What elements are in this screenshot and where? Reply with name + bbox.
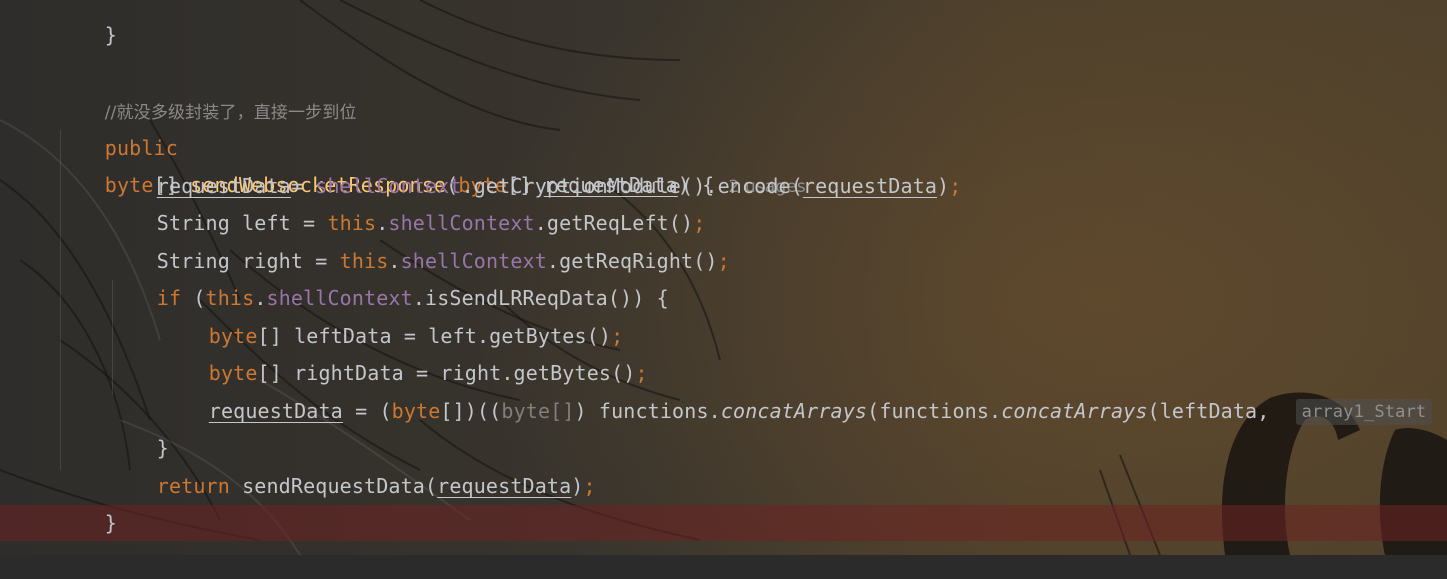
code-line-comment: //就没多级封装了，直接一步到位: [56, 56, 357, 123]
code-line-concat: requestData = (byte[])((byte[]) function…: [160, 356, 1433, 425]
arg-requestData[interactable]: requestData: [437, 474, 571, 498]
paren-close: ): [571, 474, 584, 498]
arg-requestData[interactable]: requestData: [803, 174, 937, 198]
code-line-right: String right = this.shellContext.getReqR…: [108, 206, 730, 273]
static-call-concatArrays-inner[interactable]: concatArrays: [1001, 399, 1147, 423]
cast-close: [])((: [440, 399, 502, 423]
code-editor[interactable]: } //就没多级封装了，直接一步到位 public byte[] sendWeb…: [0, 0, 1447, 555]
code-line-method-signature: public byte[] sendWebsocketResponse(byte…: [56, 93, 806, 197]
closing-brace: }: [104, 23, 117, 47]
code-line-encode: requestData= shellContext.getCryptionMod…: [108, 131, 962, 198]
keyword-return: return: [156, 474, 230, 498]
parameter-inlay-hint: array1_Start: [1295, 399, 1433, 425]
code-line-if: if (this.shellContext.isSendLRReqData())…: [108, 243, 669, 310]
code-line-rightData: byte[] rightData = right.getBytes();: [160, 318, 648, 385]
variable-requestData[interactable]: requestData: [209, 399, 343, 423]
closing-brace: }: [104, 511, 117, 535]
semicolon: ;: [717, 249, 730, 273]
call-args: (leftData,: [1147, 399, 1282, 423]
code-line-if-close: }: [108, 393, 169, 460]
call-sendRequestData: sendRequestData(: [229, 474, 438, 498]
code-line-return: return sendRequestData(requestData);: [108, 431, 596, 498]
redundant-cast[interactable]: byte[]: [501, 399, 574, 423]
call-prefix-2: (functions.: [867, 399, 1002, 423]
static-call-concatArrays[interactable]: concatArrays: [721, 399, 867, 423]
keyword-byte: byte: [391, 399, 441, 423]
code-line-leftData: byte[] leftData = left.getBytes();: [160, 281, 623, 348]
paren-close: ): [937, 174, 950, 198]
code-line-left: String left = this.shellContext.getReqLe…: [108, 168, 705, 235]
semicolon: ;: [583, 474, 596, 498]
call-prefix: ) functions.: [574, 399, 721, 423]
assign-cast-open: = (: [342, 399, 392, 423]
code-line-method-close: }: [56, 468, 117, 535]
code-line-top-brace: }: [56, 0, 117, 47]
semicolon: ;: [949, 174, 962, 198]
